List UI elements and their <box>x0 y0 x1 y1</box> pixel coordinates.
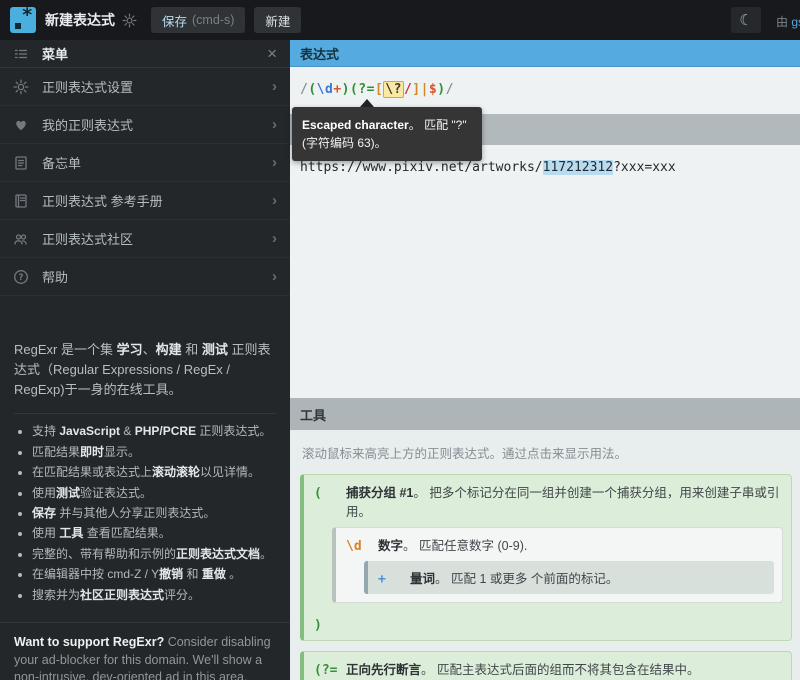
explain-text: 数字。 匹配任意数字 (0-9). <box>378 535 527 554</box>
test-text-input[interactable]: https://www.pixiv.net/artworks/117212312… <box>290 145 800 398</box>
token-open-paren: ( <box>314 486 340 501</box>
menu-title: 菜单 <box>42 44 267 63</box>
text-after-match: ?xxx=xxx <box>613 160 676 175</box>
sidebar-item-reference[interactable]: 正则表达式 参考手册 › <box>0 182 290 220</box>
svg-text:?: ? <box>19 273 24 283</box>
gear-icon <box>13 79 29 95</box>
token-digit: \d <box>346 539 372 554</box>
feature-item: 保存 并与其他人分享正则表达式。 <box>32 505 276 522</box>
feature-item: 支持 JavaScript & PHP/PCRE 正则表达式。 <box>32 423 276 440</box>
explain-block-capture-group: ( 捕获分组 #1。 把多个标记分在同一组并创建一个捕获分组，用来创建子串或引用… <box>300 474 792 641</box>
author-link[interactable]: gskin <box>791 15 800 29</box>
ad-title: Want to support RegExr? <box>14 635 164 649</box>
help-icon: ? <box>13 269 29 285</box>
sidebar-item-label: 帮助 <box>42 267 272 286</box>
divider <box>14 413 276 414</box>
explain-block-lookahead: (?= 正向先行断言。 匹配主表达式后面的组而不将其包含在结果中。 [ 字符集。… <box>300 651 792 680</box>
cheatsheet-icon <box>13 155 29 171</box>
main-panel: 表达式 /(\d+)(?=[\?/]|$)/ 文本 https://www.pi… <box>290 40 800 680</box>
ad-support-notice: Want to support RegExr? Consider disabli… <box>0 622 290 680</box>
token-plus: + <box>378 572 404 587</box>
sidebar-item-label: 备忘单 <box>42 153 272 172</box>
about-text: RegExr 是一个集 学习、构建 和 测试 正则表达式（Regular Exp… <box>14 340 276 400</box>
sidebar-item-cheatsheet[interactable]: 备忘单 › <box>0 144 290 182</box>
feature-item: 匹配结果即时显示。 <box>32 444 276 461</box>
expression-settings-gear-icon[interactable] <box>122 13 137 28</box>
new-button[interactable]: 新建 <box>254 7 301 33</box>
token-tooltip: Escaped character。 匹配 "?" (字符编码 63)。 <box>292 107 482 161</box>
token-lookahead: (?= <box>314 663 340 678</box>
save-button[interactable]: 保存 (cmd-s) <box>151 7 245 33</box>
regexr-logo-icon[interactable]: * <box>10 7 36 33</box>
save-label: 保存 <box>162 11 187 30</box>
explain-row-digit[interactable]: \d 数字。 匹配任意数字 (0-9). <box>336 528 782 561</box>
chevron-right-icon: › <box>272 230 277 247</box>
book-icon <box>13 193 29 209</box>
match-highlight: 117212312 <box>543 160 613 175</box>
explain-row-quantifier[interactable]: + 量词。 匹配 1 或更多 个前面的标记。 <box>368 561 774 594</box>
explain-block-quantifier: + 量词。 匹配 1 或更多 个前面的标记。 <box>364 561 774 594</box>
tools-header: 工具 <box>290 398 800 430</box>
sidebar-item-label: 我的正则表达式 <box>42 115 272 134</box>
sidebar-item-label: 正则表达式设置 <box>42 77 272 96</box>
feature-item: 搜索并为社区正则表达式评分。 <box>32 587 276 604</box>
explain-row-lookahead[interactable]: (?= 正向先行断言。 匹配主表达式后面的组而不将其包含在结果中。 <box>304 652 791 680</box>
sidebar-item-label: 正则表达式社区 <box>42 229 272 248</box>
explain-text: 捕获分组 #1。 把多个标记分在同一组并创建一个捕获分组，用来创建子串或引用。 <box>346 482 781 520</box>
menu-list-icon <box>13 46 29 62</box>
sidebar-item-favorites[interactable]: 我的正则表达式 › <box>0 106 290 144</box>
dark-mode-toggle[interactable]: ☾ <box>731 7 761 33</box>
tooltip-caret <box>360 99 374 107</box>
explain-row-group-close[interactable]: ) <box>304 611 791 640</box>
explain-hint: 滚动鼠标来高亮上方的正则表达式。通过点击来显示用法。 <box>302 443 792 462</box>
community-icon <box>13 231 29 247</box>
logo-dot <box>15 23 21 29</box>
feature-item: 完整的、带有帮助和示例的正则表达式文档。 <box>32 546 276 563</box>
feature-item: 在匹配结果或表达式上滚动滚轮以见详情。 <box>32 464 276 481</box>
new-label: 新建 <box>265 11 290 30</box>
explain-panel: 滚动鼠标来高亮上方的正则表达式。通过点击来显示用法。 ( 捕获分组 #1。 把多… <box>290 430 800 680</box>
chevron-right-icon: › <box>272 78 277 95</box>
sidebar-item-help[interactable]: ? 帮助 › <box>0 258 290 296</box>
explain-text: 量词。 匹配 1 或更多 个前面的标记。 <box>410 568 618 587</box>
byline: 由 gskin <box>776 13 800 30</box>
feature-list: 支持 JavaScript & PHP/PCRE 正则表达式。 匹配结果即时显示… <box>32 423 276 604</box>
moon-icon: ☾ <box>739 11 752 29</box>
explain-text: 正向先行断言。 匹配主表达式后面的组而不将其包含在结果中。 <box>346 659 700 678</box>
tools-header-label: 工具 <box>300 405 326 424</box>
explain-block-digit: \d 数字。 匹配任意数字 (0-9). + 量词。 匹配 1 或更多 个前面的… <box>332 527 783 603</box>
expression-header-label: 表达式 <box>300 44 339 63</box>
top-bar: * 新建表达式 保存 (cmd-s) 新建 ☾ 由 gskin <box>0 0 800 40</box>
feature-item: 使用测试验证表达式。 <box>32 485 276 502</box>
heart-icon <box>13 117 29 133</box>
chevron-right-icon: › <box>272 154 277 171</box>
page-title: 新建表达式 <box>45 10 115 30</box>
sidebar-item-label: 正则表达式 参考手册 <box>42 191 272 210</box>
regexr-app: * 新建表达式 保存 (cmd-s) 新建 ☾ 由 gskin 菜单 × <box>0 0 800 680</box>
close-icon[interactable]: × <box>267 45 277 62</box>
menu-header: 菜单 × <box>0 40 290 68</box>
chevron-right-icon: › <box>272 192 277 209</box>
by-label: 由 <box>776 15 791 29</box>
text-before-match: https://www.pixiv.net/artworks/ <box>300 160 543 175</box>
save-shortcut: (cmd-s) <box>192 13 234 27</box>
chevron-right-icon: › <box>272 268 277 285</box>
logo-asterisk: * <box>22 4 33 26</box>
explain-row-group-open[interactable]: ( 捕获分组 #1。 把多个标记分在同一组并创建一个捕获分组，用来创建子串或引用… <box>304 475 791 527</box>
expression-value: /(\d+)(?=[\?/]|$)/ <box>300 81 454 98</box>
expression-header: 表达式 <box>290 40 800 67</box>
sidebar: 菜单 × 正则表达式设置 › 我的正则表达式 › 备忘单 › <box>0 40 290 680</box>
chevron-right-icon: › <box>272 116 277 133</box>
sidebar-info: RegExr 是一个集 学习、构建 和 测试 正则表达式（Regular Exp… <box>0 340 290 607</box>
feature-item: 在编辑器中按 cmd-Z / Y撤销 和 重做 。 <box>32 566 276 583</box>
tooltip-title: Escaped character <box>302 118 409 132</box>
sidebar-item-settings[interactable]: 正则表达式设置 › <box>0 68 290 106</box>
feature-item: 使用 工具 查看匹配结果。 <box>32 525 276 542</box>
token-close-paren: ) <box>314 618 340 633</box>
sidebar-item-community[interactable]: 正则表达式社区 › <box>0 220 290 258</box>
